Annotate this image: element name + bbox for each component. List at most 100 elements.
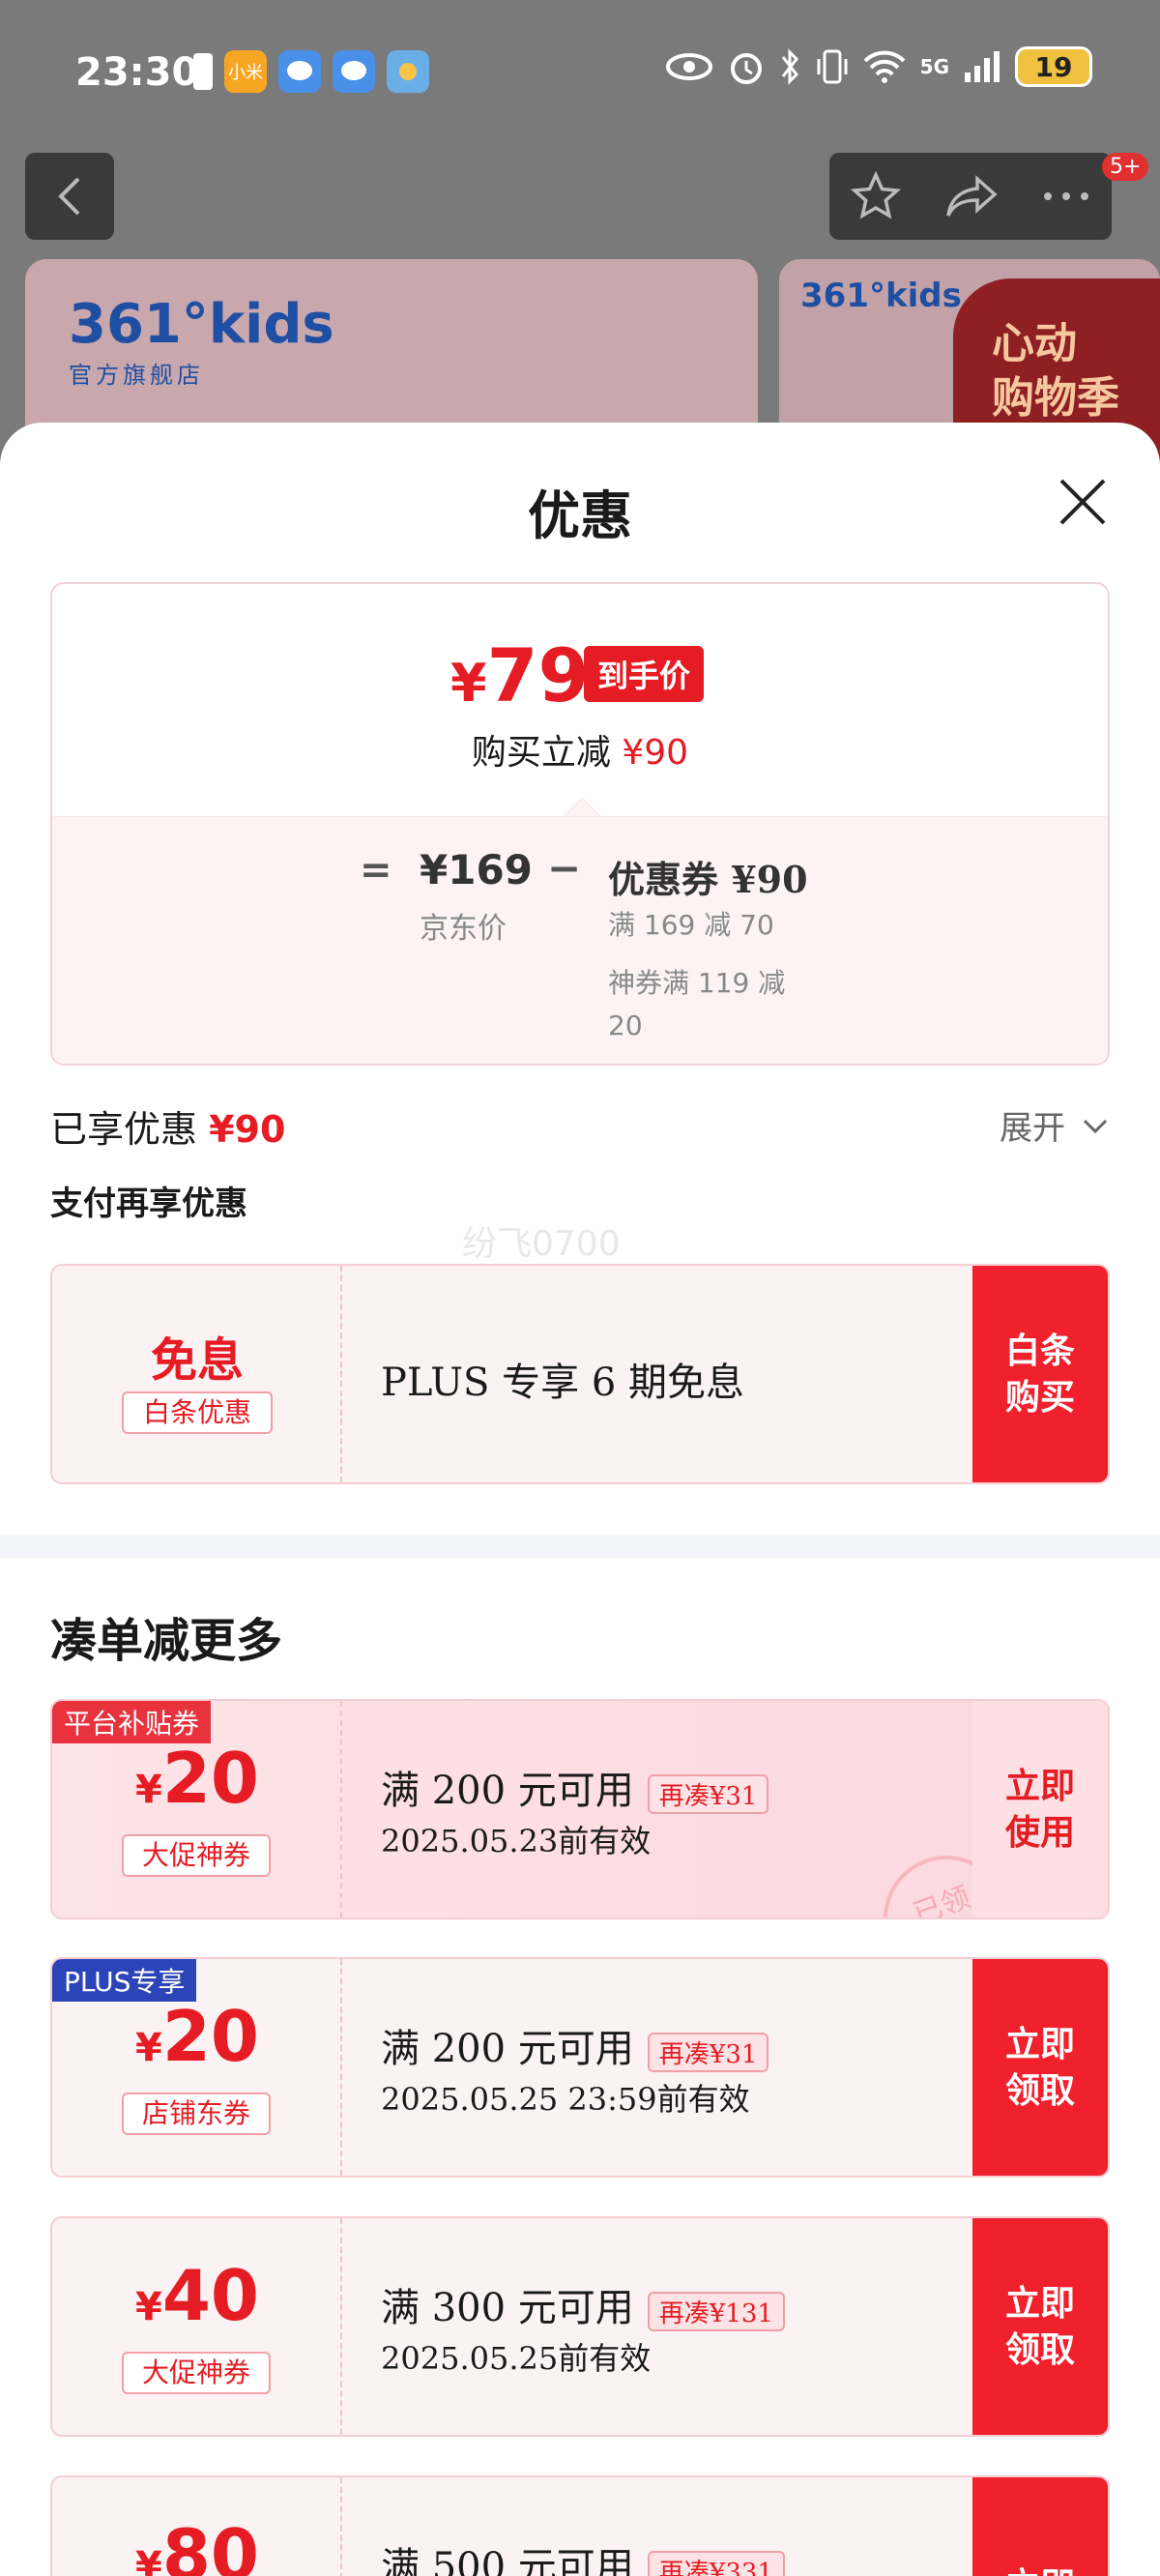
mi-app-icon: 小米 (224, 50, 267, 93)
coupon-card[interactable]: ¥20 店铺东券 PLUS专享 满 200 元可用 再凑¥31 2025.05.2… (50, 1957, 1110, 2178)
coupon-condition-row: 满 300 元可用 再凑¥131 (381, 2276, 785, 2332)
coupon-condition-row: 满 200 元可用 再凑¥31 (381, 2017, 769, 2073)
section-title: 凑单减更多 (50, 1614, 283, 1668)
coupon-card[interactable]: ¥40 大促神券 满 300 元可用 再凑¥131 2025.05.25前有效 立… (50, 2216, 1110, 2437)
coupon-condition: 满 200 元可用 (381, 2027, 634, 2071)
battery-indicator: 19 (1015, 46, 1092, 87)
status-notifications: 小米 (193, 50, 429, 93)
coupon-left: ¥40 大促神券 (52, 2218, 342, 2435)
coupon-currency: ¥ (134, 2026, 162, 2070)
price-formula: = ¥169 京东价 − 优惠券 ¥90 满 169 减 70 神券满 119 … (52, 816, 1108, 1064)
baitiao-type: 白条优惠 (122, 1391, 273, 1434)
coupon-extra: 再凑¥331 (647, 2550, 785, 2576)
coupon-currency: ¥ (134, 2285, 162, 2329)
coupon-condition: 满 500 元可用 (381, 2545, 634, 2576)
coupon-condition: 满 200 元可用 (381, 1769, 634, 1813)
equals-sign: = (360, 848, 392, 893)
coupon-validity: 2025.05.23前有效 (381, 1823, 652, 1859)
baitiao-card[interactable]: 免息 白条优惠 PLUS 专享 6 期免息 白条 购买 (50, 1264, 1110, 1484)
final-price: ¥79 (450, 632, 589, 718)
chevron-down-icon[interactable] (1081, 1111, 1110, 1140)
coupon-currency: ¥ (134, 1768, 162, 1812)
pay-more-title: 支付再享优惠 (50, 1185, 247, 1223)
enjoyed-label: 已享优惠 (50, 1108, 198, 1151)
close-icon[interactable] (1054, 473, 1112, 531)
coupon-amount: ¥20 (52, 1996, 342, 2077)
coupon-value: 20 (161, 1996, 260, 2077)
final-price-currency: ¥ (450, 653, 487, 714)
coupon-amount: ¥40 (52, 2255, 342, 2336)
reduce-label: 购买立减 (471, 733, 611, 773)
final-price-tag: 到手价 (584, 646, 705, 702)
jd-price-label: 京东价 (420, 912, 507, 946)
promo-line-2: 购物季 (992, 373, 1119, 423)
coupon-total: 优惠券 ¥90 (608, 858, 808, 901)
baitiao-headline: 免息 (150, 1333, 244, 1388)
minus-sign: − (547, 844, 582, 892)
coupon-validity: 2025.05.25 23:59前有效 (381, 2081, 750, 2118)
claim-now-button[interactable]: 立即 (972, 2477, 1108, 2576)
coupon-detail-1: 满 169 减 70 (608, 909, 774, 941)
coupon-ribbon: PLUS专享 (52, 1959, 197, 2002)
section-divider (0, 1535, 1160, 1558)
coupon-type: 店铺东券 (122, 2093, 271, 2135)
coupon-extra: 再凑¥131 (647, 2291, 785, 2331)
baitiao-text: PLUS 专享 6 期免息 (381, 1361, 744, 1405)
watermark: 纷飞0700 (462, 1224, 621, 1264)
battery-alert-icon (193, 53, 213, 90)
coupon-validity: 2025.05.25前有效 (381, 2340, 652, 2377)
chevron-left-icon (58, 177, 80, 216)
claim-now-button[interactable]: 立即 领取 (972, 2218, 1108, 2435)
coupon-condition: 满 300 元可用 (381, 2286, 634, 2330)
coupon-detail-2: 神券满 119 减 20 (608, 967, 786, 1041)
coupon-extra: 再凑¥31 (647, 2032, 769, 2072)
message-app-icon-2 (333, 50, 375, 93)
status-time: 23:30 (75, 50, 199, 95)
promo-line-1: 心动 (992, 319, 1077, 368)
expand-button[interactable]: 展开 (1000, 1101, 1065, 1149)
coupon-ribbon: 平台补贴券 (52, 1701, 212, 1743)
coupon-value: 80 (161, 2514, 260, 2576)
reduce-line: 购买立减 ¥90 (52, 724, 1108, 775)
discount-sheet: 优惠 ¥79 到手价 购买立减 ¥90 = ¥169 京东价 − 优惠券 ¥90… (0, 423, 1160, 2576)
network-type: 5G (919, 55, 949, 78)
final-price-value: 79 (486, 632, 590, 718)
use-now-button[interactable]: 立即 使用 (972, 1701, 1108, 1917)
alarm-icon (730, 53, 762, 84)
sheet-title: 优惠 (528, 484, 632, 546)
back-button[interactable] (25, 153, 114, 240)
coupon-value: 20 (161, 1738, 260, 1819)
coupon-amount: ¥80 (52, 2514, 342, 2576)
eye-icon (665, 53, 712, 80)
coupon-left: ¥80 (52, 2477, 342, 2576)
star-icon[interactable] (851, 171, 902, 221)
claim-now-button[interactable]: 立即 领取 (972, 1959, 1108, 2176)
coupon-currency: ¥ (134, 2544, 162, 2576)
coupon-card[interactable]: ¥20 大促神券 平台补贴券 满 200 元可用 再凑¥31 2025.05.23… (50, 1699, 1110, 1919)
coupon-type: 大促神券 (122, 1834, 271, 1877)
coupon-left: 免息 白条优惠 (52, 1266, 342, 1482)
coupon-type: 大促神券 (122, 2352, 271, 2394)
more-icon[interactable] (1042, 190, 1090, 202)
brand-logo-small: 361°kids (800, 277, 962, 315)
bluetooth-icon (781, 48, 798, 85)
weather-app-icon (387, 50, 429, 93)
final-price-area: ¥79 到手价 购买立减 ¥90 (52, 584, 1108, 816)
coupon-condition-row: 满 200 元可用 再凑¥31 (381, 1759, 769, 1815)
coupon-amount: ¥20 (52, 1738, 342, 1819)
reduce-value: ¥90 (622, 733, 689, 773)
message-app-icon (278, 50, 321, 93)
status-bar: 23:30 小米 5G 19 (0, 0, 1160, 145)
jd-price: ¥169 (420, 846, 533, 893)
enjoyed-value: ¥90 (209, 1108, 286, 1151)
share-icon[interactable] (944, 173, 999, 220)
coupon-card[interactable]: ¥80 满 500 元可用再凑¥331 立即 (50, 2475, 1110, 2576)
brand-subtitle: 官方旗舰店 (69, 362, 204, 389)
coupon-value: 40 (161, 2255, 260, 2336)
top-nav-actions (829, 153, 1112, 240)
baitiao-buy-button[interactable]: 白条 购买 (972, 1266, 1108, 1482)
vibrate-icon (817, 49, 848, 84)
signal-icon (965, 51, 1000, 82)
wifi-icon (863, 50, 906, 83)
coupon-extra: 再凑¥31 (647, 1773, 769, 1814)
